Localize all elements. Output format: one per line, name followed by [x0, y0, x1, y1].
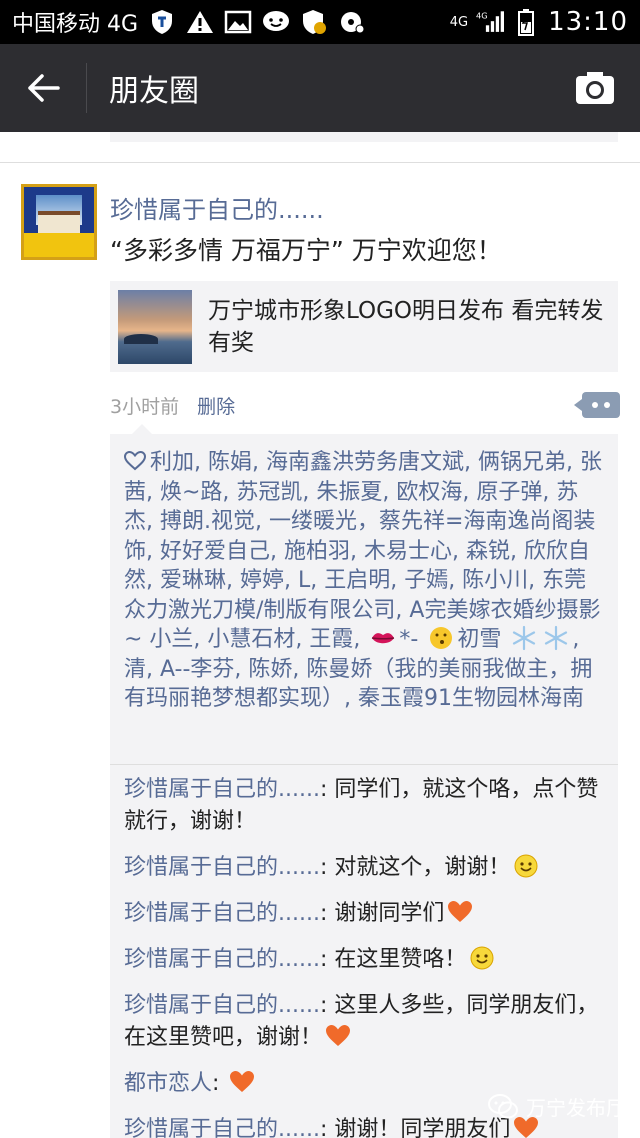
post-author[interactable]: 珍惜属于自己的...... — [110, 190, 324, 225]
comment-item[interactable]: 珍惜属于自己的......: 谢谢同学们 — [124, 898, 614, 930]
likes-names-1[interactable]: 利加, 陈娟, 海南鑫洪劳务唐文斌, 俩锅兄弟, 张茜, 焕~路, 苏冠凯, 朱… — [124, 450, 602, 652]
watermark-label: 万宁发布厅 — [526, 1096, 626, 1120]
warning-icon — [186, 8, 214, 36]
post-separator — [0, 162, 640, 163]
likes-list: 利加, 陈娟, 海南鑫洪劳务唐文斌, 俩锅兄弟, 张茜, 焕~路, 苏冠凯, 朱… — [124, 448, 606, 714]
page-title: 朋友圈 — [109, 74, 199, 109]
back-button[interactable] — [0, 44, 86, 132]
avatar[interactable] — [21, 184, 97, 260]
comment-text: : 谢谢！同学朋友们 — [319, 1117, 511, 1138]
shield-badge-icon — [300, 8, 328, 36]
heart-outline-icon — [124, 451, 146, 471]
title-bar: 朋友圈 — [0, 44, 640, 132]
comment-author[interactable]: 都市恋人 — [124, 1071, 212, 1096]
svg-text:4G: 4G — [476, 11, 488, 21]
image-icon — [224, 8, 252, 36]
comment-text: : — [212, 1071, 227, 1096]
previous-post-remnant — [110, 132, 618, 142]
lips-icon — [372, 633, 395, 644]
comment-author[interactable]: 珍惜属于自己的...... — [124, 901, 320, 926]
kiss-face-icon — [430, 627, 453, 649]
shield-icon — [148, 8, 176, 36]
snowflake-icon — [545, 625, 568, 651]
comment-author[interactable]: 珍惜属于自己的...... — [124, 1117, 320, 1138]
arrow-left-icon — [28, 74, 60, 102]
watermark: 万宁发布厅 — [488, 1092, 626, 1121]
heart-icon — [230, 1071, 255, 1092]
carrier-label: 中国移动 4G — [12, 12, 139, 37]
heart-icon — [448, 901, 473, 922]
comment-author[interactable]: 珍惜属于自己的...... — [124, 855, 320, 880]
status-bar: 中国移动 4G 4G 4G 13:10 — [0, 0, 640, 44]
link-title: 万宁城市形象LOGO明日发布 看完转发有奖 — [208, 297, 604, 356]
snowflake-icon — [513, 625, 536, 651]
link-thumbnail — [118, 289, 192, 364]
comment-item[interactable]: 珍惜属于自己的......: 对就这个，谢谢！ — [124, 852, 614, 884]
post-meta: 3小时前 删除 — [110, 390, 620, 420]
post-text: “多彩多情 万福万宁” 万宁欢迎您！ — [110, 236, 502, 265]
comment-text: : 谢谢同学们 — [319, 901, 445, 926]
comment-author[interactable]: 珍惜属于自己的...... — [124, 993, 320, 1018]
camera-button[interactable] — [550, 44, 640, 132]
comment-text: : 对就这个，谢谢！ — [319, 855, 511, 880]
smile-icon — [470, 946, 494, 970]
likes-divider — [110, 764, 618, 765]
post-time: 3小时前 — [110, 395, 180, 418]
comment-button[interactable] — [574, 392, 620, 418]
comment-item[interactable]: 珍惜属于自己的......: 这里人多些，同学朋友们，在这里赞吧，谢谢！ — [124, 990, 614, 1054]
comment-text: : 在这里赞咯！ — [319, 947, 467, 972]
comment-item[interactable]: 珍惜属于自己的......: 同学们，就这个咯，点个赞就行，谢谢！ — [124, 774, 614, 838]
battery-icon — [512, 8, 540, 36]
comment-author[interactable]: 珍惜属于自己的...... — [124, 947, 320, 972]
signal-icon: 4G — [476, 8, 505, 36]
more-dots-icon — [592, 402, 598, 408]
shared-link-card[interactable]: 万宁城市形象LOGO明日发布 看完转发有奖 — [110, 281, 618, 372]
interaction-panel: 利加, 陈娟, 海南鑫洪劳务唐文斌, 俩锅兄弟, 张茜, 焕~路, 苏冠凯, 朱… — [110, 424, 618, 1138]
comments-list: 珍惜属于自己的......: 同学们，就这个咯，点个赞就行，谢谢！ 珍惜属于自己… — [124, 774, 614, 1138]
smile-icon — [514, 854, 538, 878]
comment-item[interactable]: 珍惜属于自己的......: 在这里赞咯！ — [124, 944, 614, 976]
delete-button[interactable]: 删除 — [197, 392, 235, 419]
disc-icon — [338, 8, 366, 36]
camera-icon — [576, 72, 614, 104]
clock: 13:10 — [548, 7, 628, 37]
likes-names-2[interactable]: *- — [399, 627, 425, 652]
likes-names-3[interactable]: 初雪 — [457, 627, 508, 652]
network-type: 4G — [449, 14, 469, 30]
chat-bubble-icon — [262, 8, 290, 36]
heart-icon — [326, 1025, 351, 1046]
comment-author[interactable]: 珍惜属于自己的...... — [124, 777, 320, 802]
wechat-icon — [488, 1093, 518, 1118]
title-divider — [86, 63, 87, 113]
